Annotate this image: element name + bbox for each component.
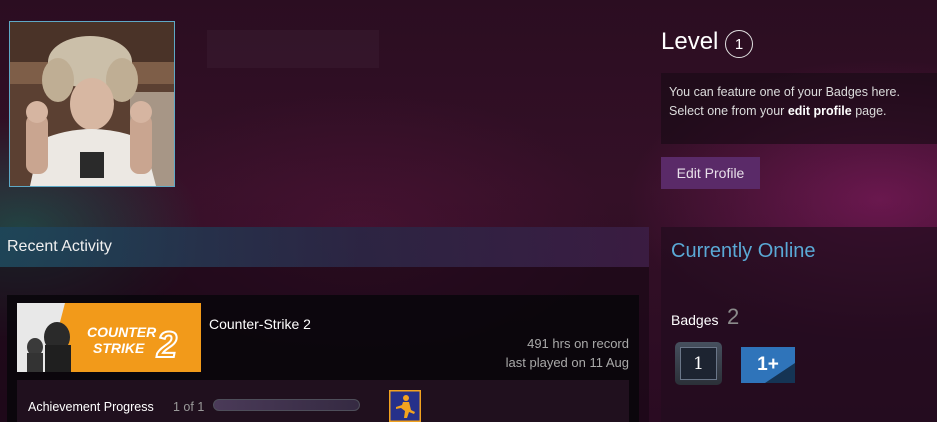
badges-label[interactable]: Badges <box>671 312 718 328</box>
level-badge[interactable]: 1 <box>725 30 753 58</box>
game-capsule-image[interactable]: COUNTER STRIKE 2 <box>17 303 201 372</box>
achievement-icon[interactable] <box>389 390 421 422</box>
recent-activity-header: Recent Activity <box>0 227 649 267</box>
badge-item[interactable]: 1+ <box>741 347 795 383</box>
hours-on-record: 491 hrs on record <box>527 336 629 351</box>
capsule-text-counter: COUNTER <box>87 324 157 340</box>
profile-name-placeholder <box>207 30 379 68</box>
capsule-number: 2 <box>156 324 177 365</box>
badge-item[interactable]: 1 <box>675 342 722 385</box>
badges-count[interactable]: 2 <box>727 304 739 330</box>
featured-badge-hint-line1: You can feature one of your Badges here. <box>669 85 900 99</box>
badge-item-label: 1+ <box>757 354 779 375</box>
edit-profile-button[interactable]: Edit Profile <box>661 157 760 189</box>
edit-profile-link[interactable]: edit profile <box>788 104 852 118</box>
last-played-date: last played on 11 Aug <box>505 355 629 370</box>
capsule-text-strike: STRIKE <box>93 340 145 356</box>
achievement-progress-bar <box>213 399 360 411</box>
online-status: Currently Online <box>671 240 816 262</box>
profile-avatar[interactable] <box>9 21 175 187</box>
level-label: Level <box>661 28 719 55</box>
featured-badge-hint-suffix: page. <box>855 104 887 118</box>
badge-item-label: 1 <box>680 347 717 380</box>
featured-badge-hint: You can feature one of your Badges here.… <box>661 73 937 144</box>
achievement-count: 1 of 1 <box>173 400 205 414</box>
achievement-progress-label[interactable]: Achievement Progress <box>28 400 154 414</box>
game-name-link[interactable]: Counter-Strike 2 <box>209 316 311 332</box>
featured-badge-hint-prefix: Select one from your <box>669 104 785 118</box>
